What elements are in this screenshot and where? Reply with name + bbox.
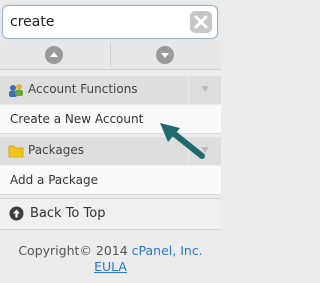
scroll-up-button[interactable]	[0, 41, 110, 69]
chevron-down-icon	[201, 86, 209, 92]
back-to-top-label: Back To Top	[30, 206, 106, 221]
collapse-toggle[interactable]	[188, 76, 221, 104]
menu-item-label: Add a Package	[10, 173, 98, 187]
footer: Copyright© 2014 cPanel, Inc. EULA	[0, 243, 221, 275]
search-input[interactable]	[10, 12, 175, 32]
search-box	[2, 5, 218, 39]
copyright-line: Copyright© 2014 cPanel, Inc.	[0, 243, 221, 259]
account-functions-icon	[8, 82, 24, 98]
cpanel-link[interactable]: cPanel, Inc.	[132, 243, 203, 258]
eula-link[interactable]: EULA	[94, 259, 127, 274]
section-label: Packages	[28, 143, 84, 157]
scroll-down-button[interactable]	[111, 41, 221, 69]
chevron-down-icon	[156, 46, 174, 64]
section-label: Account Functions	[28, 82, 138, 96]
arrow-up-circle-icon	[9, 206, 24, 221]
menu-item-label: Create a New Account	[10, 112, 144, 126]
chevron-up-icon	[45, 46, 63, 64]
close-icon	[194, 15, 208, 29]
annotation-arrow-icon	[160, 123, 205, 159]
back-to-top-button[interactable]: Back To Top	[0, 198, 221, 230]
scroll-nav-row	[0, 41, 221, 70]
clear-search-button[interactable]	[190, 11, 212, 33]
section-account-functions[interactable]: Account Functions	[0, 76, 221, 104]
packages-folder-icon	[8, 143, 24, 159]
copyright-text: Copyright© 2014	[18, 243, 132, 258]
menu-item-add-package[interactable]: Add a Package	[0, 166, 221, 195]
